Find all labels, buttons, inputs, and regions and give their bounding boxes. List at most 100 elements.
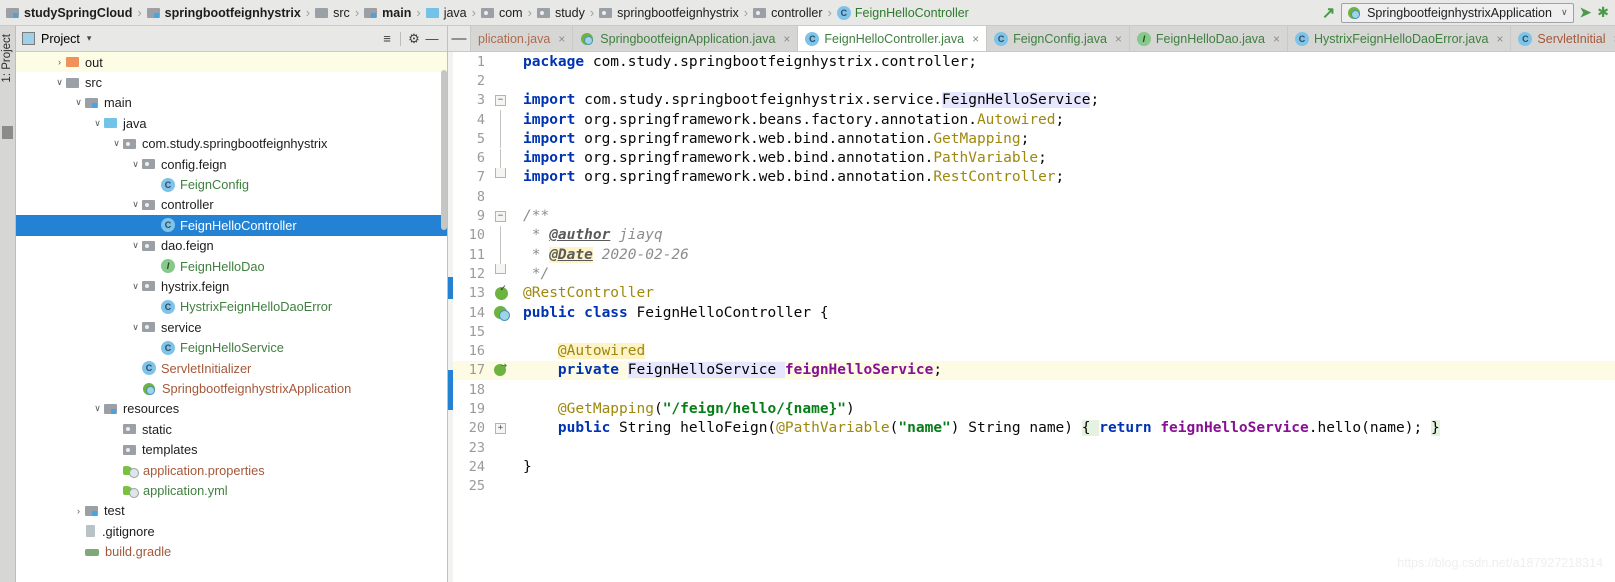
breadcrumb-item-studyspringcloud[interactable]: studySpringCloud [4,2,134,24]
code-line[interactable]: 5 import org.springframework.web.bind.ann… [453,129,1615,149]
code-line[interactable]: 18 [453,380,1615,399]
tree-node-java[interactable]: ∨ java [16,113,447,133]
tree-node-hystrix-feign[interactable]: ∨ hystrix.feign [16,276,447,296]
breadcrumb-item-com[interactable]: com [479,2,525,24]
breadcrumb-item-java[interactable]: java [424,2,469,24]
editor-gutter[interactable] [491,52,515,71]
code-line[interactable]: 23 [453,438,1615,457]
tree-node-out[interactable]: › out [16,52,447,73]
chevron-right-icon[interactable]: › [53,57,66,67]
tree-node-application-properties[interactable]: application.properties [16,460,447,480]
editor-gutter[interactable] [491,264,515,283]
editor-gutter[interactable] [491,148,515,168]
chevron-down-icon[interactable]: ∨ [129,199,142,210]
project-tree[interactable]: › out ∨ src ∨ main ∨ java ∨ com.study.springbootf… [16,52,447,582]
tree-node-feignconfig[interactable]: C FeignConfig [16,174,447,194]
editor-tab-hystrixfeignhellodaoerror-java[interactable]: C HystrixFeignHelloDaoError.java × [1287,26,1511,51]
editor-gutter[interactable] [491,342,515,361]
code-line[interactable]: 14 public class FeignHelloController { [453,303,1615,322]
editor-tab-feignhellocontroller-java[interactable]: C FeignHelloController.java × [797,26,987,51]
close-icon[interactable]: × [1115,32,1122,46]
breadcrumb-item-feignhellocontroller[interactable]: C FeignHelloController [835,2,971,24]
chevron-down-icon[interactable]: ∨ [91,403,104,414]
chevron-down-icon[interactable]: ∨ [129,159,142,170]
editor-gutter[interactable]: − [491,91,515,110]
run-configuration-selector[interactable]: SpringbootfeignhystrixApplication ∨ [1341,2,1574,23]
spring-autowired-navigate-icon[interactable] [494,361,510,378]
hide-editor-icon[interactable]: — [448,26,470,51]
code-line[interactable]: 1 package com.study.springbootfeignhystri… [453,52,1615,71]
close-icon[interactable]: × [558,32,565,46]
editor-gutter[interactable] [491,129,515,149]
tree-node-dao-feign[interactable]: ∨ dao.feign [16,236,447,256]
chevron-down-icon[interactable]: ∨ [110,138,123,149]
tree-node-controller[interactable]: ∨ controller [16,195,447,215]
chevron-down-icon[interactable]: ∨ [129,240,142,251]
chevron-down-icon[interactable]: ▾ [87,33,92,44]
editor-gutter[interactable] [491,361,515,380]
breadcrumb-item-src[interactable]: src [313,2,352,24]
fold-expand-icon[interactable]: + [495,422,506,434]
chevron-down-icon[interactable]: ∨ [129,281,142,292]
editor-gutter[interactable] [491,245,515,265]
tree-node-resources[interactable]: ∨ resources [16,399,447,419]
tree-node-feignhellocontroller[interactable]: C FeignHelloController [16,215,447,236]
tree-node-springbootfeignhystrixapplication[interactable]: SpringbootfeignhystrixApplication [16,378,447,398]
tree-node-src[interactable]: ∨ src [16,72,447,92]
code-line[interactable]: 17 private FeignHelloService feignHelloS… [453,360,1615,381]
editor-gutter[interactable] [491,380,515,399]
editor-gutter[interactable]: − [491,207,515,226]
tree-node-application-yml[interactable]: application.yml [16,480,447,500]
tree-node-templates[interactable]: templates [16,439,447,459]
hide-panel-icon[interactable]: — [423,31,441,46]
chevron-down-icon[interactable]: ∨ [72,97,85,108]
code-line[interactable]: 9− /** [453,206,1615,225]
close-icon[interactable]: × [783,32,790,46]
chevron-down-icon[interactable]: ∨ [129,322,142,333]
close-icon[interactable]: × [1273,32,1280,46]
code-line[interactable]: 15 [453,322,1615,341]
chevron-right-icon[interactable]: › [72,506,85,516]
collapse-all-icon[interactable]: ≡ [378,31,396,46]
editor-gutter[interactable] [491,438,515,457]
code-line[interactable]: 12 */ [453,264,1615,283]
breadcrumb-item-study[interactable]: study [535,2,587,24]
project-tree-scrollbar[interactable] [441,52,447,582]
tree-node-config-feign[interactable]: ∨ config.feign [16,154,447,174]
code-line[interactable]: 25 [453,477,1615,496]
breadcrumb-item-main[interactable]: main [362,2,413,24]
close-icon[interactable]: × [972,32,979,46]
breadcrumb-item-springbootfeignhystrix[interactable]: springbootfeignhystrix [145,2,303,24]
gear-icon[interactable]: ⚙ [405,31,423,47]
tree-node-feignhellodao[interactable]: I FeignHelloDao [16,256,447,276]
tree-node-servletinitializer[interactable]: C ServletInitializer [16,358,447,378]
editor-gutter[interactable] [491,303,515,322]
editor-tab-plication-java[interactable]: plication.java × [470,26,573,51]
fold-region-end-icon[interactable] [495,167,506,178]
fold-collapse-icon[interactable]: − [495,94,506,106]
run-icon[interactable]: ➤ [1580,4,1592,21]
code-line[interactable]: 24} [453,457,1615,476]
editor-code-area[interactable]: 1 package com.study.springbootfeignhystri… [453,52,1615,582]
tree-node-hystrixfeignhellodaoerror[interactable]: C HystrixFeignHelloDaoError [16,297,447,317]
editor-gutter[interactable] [491,167,515,187]
fold-region-end-icon[interactable] [495,264,506,275]
tree-node-test[interactable]: › test [16,501,447,521]
tool-window-handle[interactable] [2,126,13,139]
editor-gutter[interactable] [491,399,515,418]
code-line[interactable]: 20 + public String helloFeign(@PathVariab… [453,419,1615,438]
editor-tab-springbootfeignapplication-java[interactable]: SpringbootfeignApplication.java × [572,26,798,51]
tree-node-com-study-springbootfeignhystrix[interactable]: ∨ com.study.springbootfeignhystrix [16,134,447,154]
code-line[interactable]: 4 import org.springframework.beans.factor… [453,110,1615,130]
tree-node-static[interactable]: static [16,419,447,439]
chevron-down-icon[interactable]: ∨ [91,118,104,129]
code-line[interactable]: 3− import com.study.springbootfeignhystri… [453,91,1615,110]
code-line[interactable]: 10 * @author jiayq [453,225,1615,245]
code-editor[interactable]: 1 package com.study.springbootfeignhystri… [448,52,1615,582]
tree-node-service[interactable]: ∨ service [16,317,447,337]
code-line[interactable]: 8 [453,187,1615,206]
editor-tab-feignhellodao-java[interactable]: I FeignHelloDao.java × [1128,26,1288,51]
code-line[interactable]: 7 import org.springframework.web.bind.ann… [453,167,1615,187]
tree-node--gitignore[interactable]: .gitignore [16,521,447,541]
editor-gutter[interactable]: + [491,419,515,438]
